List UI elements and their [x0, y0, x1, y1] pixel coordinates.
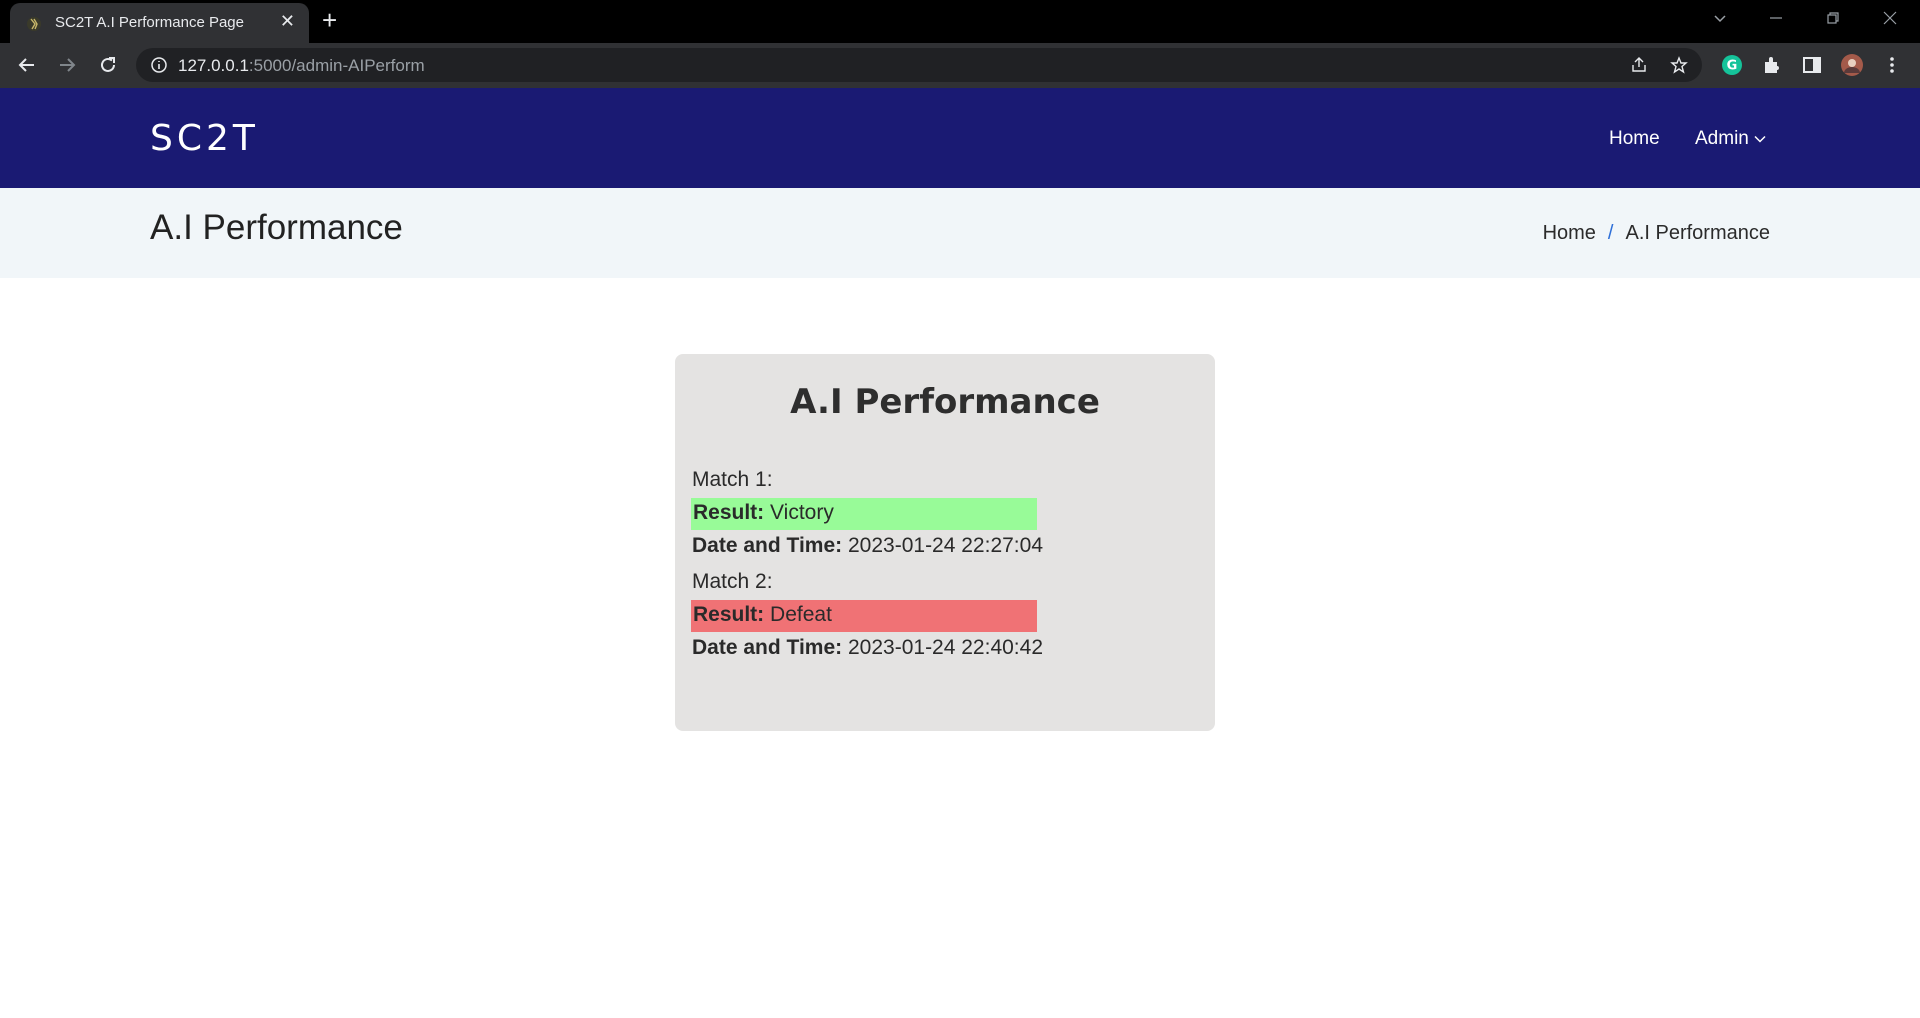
match-result-victory: Result: Victory: [691, 498, 1037, 530]
breadcrumb-home-link[interactable]: Home: [1543, 222, 1596, 244]
nav-admin-dropdown[interactable]: Admin: [1695, 128, 1767, 150]
new-tab-icon[interactable]: +: [322, 7, 337, 33]
chevron-down-icon: [1754, 135, 1766, 143]
card-title: A.I Performance: [790, 382, 1100, 422]
forward-icon[interactable]: [54, 52, 80, 78]
tab-close-icon[interactable]: ✕: [280, 12, 295, 30]
match-datetime: Date and Time: 2023-01-24 22:40:42: [692, 636, 1043, 660]
url-path: :5000/admin-AIPerform: [248, 56, 425, 75]
result-label: Result:: [693, 603, 765, 626]
tab-title: SC2T A.I Performance Page: [55, 14, 244, 31]
tab-search-icon[interactable]: [1712, 10, 1728, 26]
share-icon[interactable]: [1630, 56, 1648, 74]
page-title: A.I Performance: [150, 208, 403, 247]
side-panel-icon[interactable]: [1800, 53, 1824, 77]
result-value: Defeat: [770, 603, 832, 626]
restore-icon[interactable]: [1825, 10, 1841, 26]
extensions-puzzle-icon[interactable]: [1760, 53, 1784, 77]
url-text[interactable]: 127.0.0.1:5000/admin-AIPerform: [178, 56, 425, 76]
nav-admin-label: Admin: [1695, 128, 1749, 149]
bookmark-star-icon[interactable]: [1670, 56, 1688, 74]
match-label: Match 2:: [692, 570, 773, 593]
ai-performance-card: A.I Performance Match 1: Result: Victory…: [675, 354, 1215, 731]
close-window-icon[interactable]: [1882, 10, 1898, 26]
url-host: 127.0.0.1: [178, 56, 249, 75]
breadcrumb-current: A.I Performance: [1625, 222, 1770, 244]
datetime-label: Date and Time:: [692, 636, 843, 659]
svg-text:G: G: [1727, 59, 1738, 74]
chrome-menu-icon[interactable]: [1880, 53, 1904, 77]
datetime-label: Date and Time:: [692, 534, 843, 557]
minimize-icon[interactable]: [1768, 10, 1784, 26]
match-datetime: Date and Time: 2023-01-24 22:27:04: [692, 534, 1043, 558]
match-label: Match 1:: [692, 468, 773, 491]
breadcrumb-separator: /: [1607, 222, 1614, 244]
datetime-value: 2023-01-24 22:40:42: [848, 636, 1043, 659]
site-logo[interactable]: SC2T: [150, 118, 259, 159]
site-info-icon[interactable]: [150, 56, 168, 74]
page-header: A.I Performance Home / A.I Performance: [0, 188, 1920, 278]
browser-toolbar: 127.0.0.1:5000/admin-AIPerform G: [0, 43, 1920, 88]
address-bar[interactable]: 127.0.0.1:5000/admin-AIPerform: [136, 48, 1702, 82]
back-icon[interactable]: [14, 52, 40, 78]
nav-home-link[interactable]: Home: [1609, 128, 1660, 150]
browser-tab-strip: SC2T A.I Performance Page ✕ +: [0, 0, 1920, 43]
datetime-value: 2023-01-24 22:27:04: [848, 534, 1043, 557]
breadcrumb: Home / A.I Performance: [1543, 222, 1770, 245]
grammarly-extension-icon[interactable]: G: [1720, 53, 1744, 77]
site-header: SC2T Home Admin: [0, 88, 1920, 188]
result-value: Victory: [770, 501, 834, 524]
match-result-defeat: Result: Defeat: [691, 600, 1037, 632]
result-label: Result:: [693, 501, 765, 524]
profile-avatar-icon[interactable]: [1840, 53, 1864, 77]
site-favicon-icon: [27, 17, 41, 31]
browser-tab[interactable]: SC2T A.I Performance Page ✕: [10, 3, 309, 43]
reload-icon[interactable]: [95, 52, 121, 78]
